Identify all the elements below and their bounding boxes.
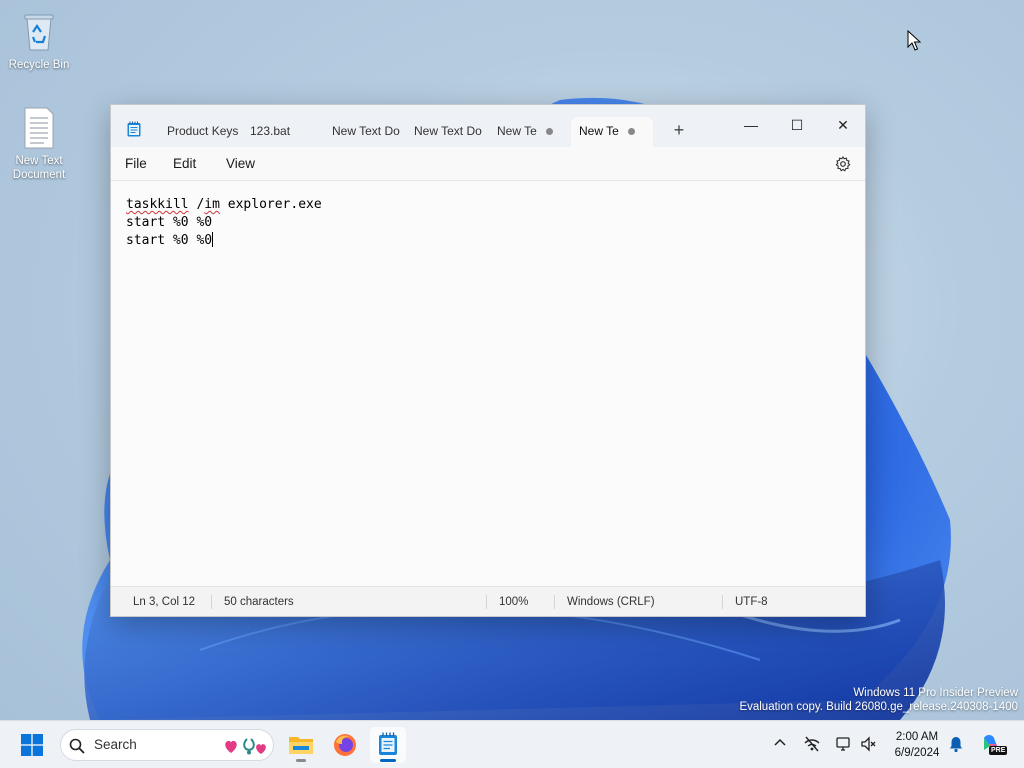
status-zoom[interactable]: 100%	[499, 587, 528, 617]
editor-text: start %0 %0	[126, 233, 213, 248]
text-file-icon	[19, 106, 59, 150]
status-divider	[486, 595, 487, 609]
evaluation-watermark: Windows 11 Pro Insider Preview Evaluatio…	[739, 686, 1018, 714]
menu-edit[interactable]: Edit	[173, 147, 196, 181]
copilot-button[interactable]: PRE	[980, 732, 1008, 758]
notepad-icon	[127, 121, 141, 137]
search-label: Search	[94, 737, 137, 752]
text-editor[interactable]: taskkill /im explorer.exe start %0 %0 st…	[111, 182, 865, 586]
volume-icon[interactable]	[858, 735, 878, 755]
close-button[interactable]: ✕	[820, 111, 866, 141]
taskbar-file-explorer[interactable]	[283, 727, 319, 763]
windows-start-icon	[21, 734, 43, 756]
misspelled-word: taskkill	[126, 197, 189, 212]
menu-file[interactable]: File	[125, 147, 147, 181]
display-icon[interactable]	[834, 735, 854, 755]
tab-label: New Text Do	[332, 124, 400, 138]
tab-label: New Te	[497, 124, 537, 138]
new-tab-button[interactable]: +	[669, 121, 689, 141]
status-line-ending[interactable]: Windows (CRLF)	[567, 587, 655, 617]
editor-line-3: start %0 %0	[126, 232, 214, 250]
settings-gear-icon[interactable]	[835, 156, 851, 172]
menu-view[interactable]: View	[226, 147, 255, 181]
taskbar-notepad[interactable]	[370, 727, 406, 763]
file-explorer-icon	[289, 737, 313, 754]
tab-123-bat[interactable]: 123.bat	[250, 117, 310, 147]
tab-label: New Te	[579, 124, 619, 138]
minimize-button[interactable]: —	[728, 111, 774, 141]
tab-label: Product Keys	[167, 124, 239, 138]
menu-bar: File Edit View	[111, 147, 865, 181]
status-encoding[interactable]: UTF-8	[735, 587, 768, 617]
unsaved-dot-icon	[546, 128, 553, 135]
notification-bell-icon[interactable]	[946, 735, 966, 755]
desktop-icon-new-text-document[interactable]: New Text Document	[1, 106, 77, 182]
recycle-bin-icon	[19, 10, 59, 54]
watermark-line-2: Evaluation copy. Build 26080.ge_release.…	[739, 701, 1018, 713]
text-caret	[212, 232, 214, 247]
status-divider	[211, 595, 212, 609]
status-bar: Ln 3, Col 12 50 characters 100% Windows …	[111, 586, 865, 616]
mouse-cursor-icon	[907, 30, 921, 51]
taskbar-search-box[interactable]: Search	[60, 729, 274, 761]
tab-new-text-document-3[interactable]: New Te	[497, 117, 557, 147]
notepad-icon	[379, 732, 397, 755]
running-indicator	[296, 759, 306, 762]
search-highlight-hearts-icon	[225, 738, 266, 755]
taskbar-clock[interactable]: 2:00 AM 6/9/2024	[888, 729, 946, 761]
misspelled-word: im	[204, 197, 220, 212]
status-character-count: 50 characters	[224, 596, 294, 608]
tab-product-keys[interactable]: Product Keys	[167, 117, 239, 147]
pre-badge: PRE	[989, 746, 1008, 755]
clock-time: 2:00 AM	[895, 731, 939, 743]
desktop-icon-label: New Text Document	[12, 155, 66, 181]
tab-new-text-document-1[interactable]: New Text Do	[332, 117, 402, 147]
taskbar: Search 2:00 AM 6/9/2024 PRE	[0, 720, 1024, 768]
status-cursor-position: Ln 3, Col 12	[133, 596, 196, 608]
editor-text: explorer.exe	[219, 197, 322, 212]
desktop-icon-label: Recycle Bin	[8, 59, 70, 71]
search-icon	[69, 738, 85, 754]
watermark-line-1: Windows 11 Pro Insider Preview	[853, 687, 1018, 699]
editor-line-2: start %0 %0	[126, 215, 213, 230]
maximize-button[interactable]: ☐	[774, 111, 820, 141]
taskbar-firefox[interactable]	[327, 727, 363, 763]
start-button[interactable]	[14, 727, 50, 763]
notepad-window: Product Keys 123.bat New Text Do New Tex…	[110, 104, 866, 617]
tab-new-text-document-2[interactable]: New Text Do	[414, 117, 486, 147]
editor-text: /	[188, 197, 205, 212]
active-indicator	[380, 759, 396, 762]
tab-label: New Text Do	[414, 124, 482, 138]
clock-date: 6/9/2024	[894, 747, 940, 759]
editor-line-1: taskkill /im explorer.exe	[126, 196, 322, 214]
tab-label: 123.bat	[250, 124, 291, 138]
status-divider	[554, 595, 555, 609]
title-bar[interactable]: Product Keys 123.bat New Text Do New Tex…	[111, 105, 865, 147]
firefox-icon	[334, 734, 356, 756]
desktop-icon-recycle-bin[interactable]: Recycle Bin	[1, 10, 77, 72]
tab-new-text-document-active[interactable]: New Te	[571, 117, 653, 147]
chevron-up-icon[interactable]	[770, 735, 790, 755]
network-icon[interactable]	[802, 735, 822, 755]
unsaved-dot-icon	[628, 128, 635, 135]
status-divider	[722, 595, 723, 609]
